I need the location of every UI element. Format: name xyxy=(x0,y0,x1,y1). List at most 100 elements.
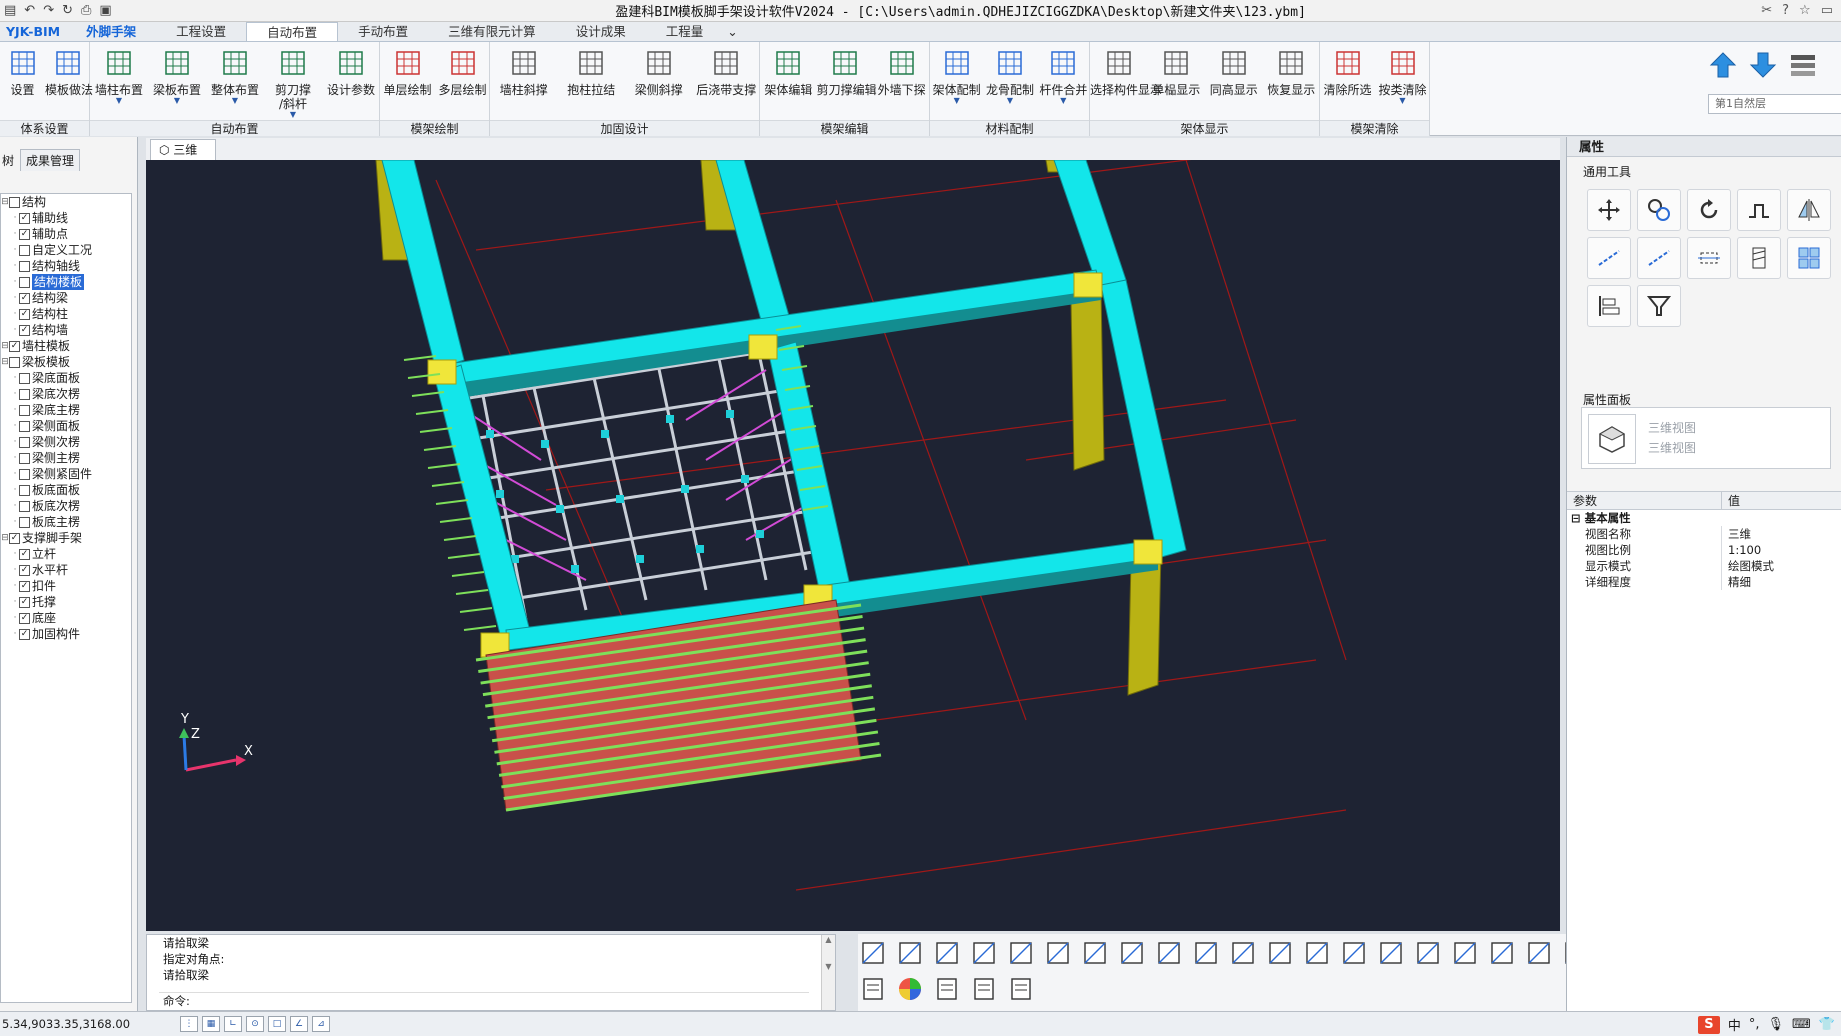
tree-checkbox[interactable]: ✓ xyxy=(19,212,30,224)
dropdown-arrow-icon[interactable]: ▼ xyxy=(264,111,322,119)
trim-tool-icon[interactable] xyxy=(1637,237,1681,279)
tab-external-scaffold[interactable]: 外脚手架 xyxy=(66,22,156,41)
tree-checkbox[interactable]: ✓ xyxy=(19,564,30,576)
ribbon-button[interactable]: 架体编辑 xyxy=(760,44,817,118)
layer-down-icon[interactable] xyxy=(1748,50,1778,80)
tree-item[interactable]: · 梁底次楞 xyxy=(1,386,131,402)
ribbon-button[interactable]: 整体布置 ▼ xyxy=(206,44,264,118)
tree-checkbox[interactable] xyxy=(19,484,30,496)
refresh-icon[interactable]: ↻ xyxy=(62,3,73,18)
tree-item[interactable]: · ✓ 结构柱 xyxy=(1,306,131,322)
command-input[interactable]: 命令: xyxy=(159,992,809,1008)
undo-icon[interactable]: ↶ xyxy=(24,3,35,18)
ribbon-button[interactable]: 清除所选 xyxy=(1320,44,1375,118)
tree-checkbox[interactable] xyxy=(19,452,30,464)
dropdown-arrow-icon[interactable]: ▼ xyxy=(90,97,148,105)
ribbon-button[interactable]: 按类清除 ▼ xyxy=(1375,44,1430,118)
tree-checkbox[interactable]: ✓ xyxy=(19,292,30,304)
tree-checkbox[interactable] xyxy=(19,244,30,256)
tree-checkbox[interactable] xyxy=(19,404,30,416)
tab-3d-fem[interactable]: 三维有限元计算 xyxy=(428,22,556,41)
collapse-icon[interactable]: ⊟ xyxy=(1,354,9,370)
tree-item[interactable]: · 梁底面板 xyxy=(1,370,131,386)
ribbon-button[interactable]: 多层绘制 xyxy=(435,44,490,118)
top-view-icon[interactable] xyxy=(1080,938,1110,968)
dropdown-arrow-icon[interactable]: ▼ xyxy=(930,97,983,105)
tree-item[interactable]: ⊟ 梁板模板 xyxy=(1,354,131,370)
tree-checkbox[interactable]: ✓ xyxy=(19,324,30,336)
side-view-icon[interactable] xyxy=(1043,938,1073,968)
tree-item[interactable]: · ✓ 底座 xyxy=(1,610,131,626)
select-box-icon[interactable] xyxy=(1302,938,1332,968)
filter-icon[interactable] xyxy=(969,974,999,1004)
tree-item[interactable]: · ✓ 托撑 xyxy=(1,594,131,610)
tree-item[interactable]: · ✓ 扣件 xyxy=(1,578,131,594)
align-tool-icon[interactable] xyxy=(1587,285,1631,327)
command-scrollbar[interactable]: ▲ ▼ xyxy=(821,935,835,1010)
tree-item[interactable]: · ✓ 辅助点 xyxy=(1,226,131,242)
dropdown-arrow-icon[interactable]: ▼ xyxy=(206,97,264,105)
tree-item[interactable]: · ✓ 立杆 xyxy=(1,546,131,562)
angle-icon[interactable]: ∠ xyxy=(290,1016,308,1032)
tree-item[interactable]: · ✓ 辅助线 xyxy=(1,210,131,226)
property-row[interactable]: 显示模式 绘图模式 xyxy=(1567,558,1841,574)
teapot-icon[interactable] xyxy=(1339,938,1369,968)
tree-item[interactable]: · ✓ 结构墙 xyxy=(1,322,131,338)
view-card[interactable]: 三维视图 三维视图 xyxy=(1581,407,1831,469)
collapse-icon[interactable]: ⊟ xyxy=(1,194,9,210)
tree-item[interactable]: · 梁侧主楞 xyxy=(1,450,131,466)
tree-checkbox[interactable]: ✓ xyxy=(19,612,30,624)
stretch-tool-icon[interactable] xyxy=(1687,237,1731,279)
3d-scene[interactable]: Y Z X xyxy=(146,160,1560,931)
color-wheel-icon[interactable] xyxy=(895,974,925,1004)
tab-manual-layout[interactable]: 手动布置 xyxy=(338,22,428,41)
print-icon[interactable]: ⎙ xyxy=(81,3,91,18)
tree-checkbox[interactable] xyxy=(19,388,30,400)
punctuation-icon[interactable]: °, xyxy=(1749,1017,1760,1032)
tab-project-settings[interactable]: 工程设置 xyxy=(156,22,246,41)
ribbon-button[interactable]: 墙柱斜撑 xyxy=(490,44,558,118)
dim-text-icon[interactable] xyxy=(1450,938,1480,968)
ribbon-button[interactable]: 单层绘制 xyxy=(380,44,435,118)
tree-checkbox[interactable]: ✓ xyxy=(9,532,20,544)
text-icon[interactable] xyxy=(1413,938,1443,968)
tree-checkbox[interactable]: ✓ xyxy=(19,596,30,608)
open-icon[interactable]: ▤ xyxy=(4,3,16,18)
tree-checkbox[interactable] xyxy=(19,372,30,384)
report-icon[interactable] xyxy=(1006,974,1036,1004)
settings-icon[interactable] xyxy=(1376,938,1406,968)
tab-design-results[interactable]: 设计成果 xyxy=(556,22,646,41)
window-icon[interactable]: ▭ xyxy=(1821,3,1833,18)
zoom-window-icon[interactable] xyxy=(895,938,925,968)
tree-item[interactable]: · 梁侧面板 xyxy=(1,418,131,434)
ribbon-button[interactable]: 龙骨配制 ▼ xyxy=(983,44,1036,118)
tree-item[interactable]: · 结构轴线 xyxy=(1,258,131,274)
tree-checkbox[interactable] xyxy=(19,260,30,272)
tree-checkbox[interactable] xyxy=(9,196,20,208)
tree-item[interactable]: · 梁侧紧固件 xyxy=(1,466,131,482)
tree-item[interactable]: · ✓ 加固构件 xyxy=(1,626,131,642)
shirt-icon[interactable]: 👕 xyxy=(1819,1017,1835,1032)
ribbon-button[interactable]: 设计参数 xyxy=(322,44,380,118)
tree-item[interactable]: · 板底次楞 xyxy=(1,498,131,514)
ribbon-button[interactable]: 梁板布置 ▼ xyxy=(148,44,206,118)
tree-item[interactable]: · 板底主楞 xyxy=(1,514,131,530)
tree-item[interactable]: · 梁底主楞 xyxy=(1,402,131,418)
ruler-icon[interactable] xyxy=(1524,938,1554,968)
keyboard-icon[interactable]: ⌨ xyxy=(1792,1017,1811,1032)
help-icon[interactable]: ? xyxy=(1782,3,1789,18)
tab-tree[interactable]: 树 xyxy=(2,150,14,171)
tab-results-management[interactable]: 成果管理 xyxy=(20,149,81,171)
tab-yjk-bim[interactable]: YJK-BIM xyxy=(0,22,66,41)
material-icon[interactable] xyxy=(932,974,962,1004)
measure-icon[interactable] xyxy=(1487,938,1517,968)
mic-icon[interactable]: 🎙 xyxy=(1768,1017,1785,1032)
layer-manager-icon[interactable] xyxy=(858,974,888,1004)
ribbon-button[interactable]: 剪刀撑编辑 xyxy=(817,44,877,118)
osnap-icon[interactable]: □ xyxy=(268,1016,286,1032)
tree-checkbox[interactable]: ✓ xyxy=(19,580,30,592)
move-tool-icon[interactable] xyxy=(1587,189,1631,231)
ribbon-button[interactable]: 抱柱拉结 xyxy=(558,44,626,118)
tree-checkbox[interactable] xyxy=(19,468,30,480)
extend-tool-icon[interactable] xyxy=(1587,237,1631,279)
